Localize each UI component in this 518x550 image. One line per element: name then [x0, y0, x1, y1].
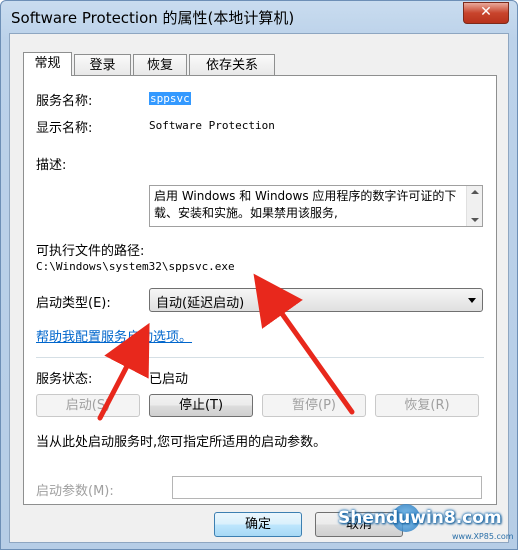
tab-general[interactable]: 常规: [23, 52, 72, 76]
arrow-to-service-status: [97, 322, 150, 421]
annotation-arrows: [97, 273, 355, 421]
arrow-to-startup-type: [253, 273, 355, 415]
